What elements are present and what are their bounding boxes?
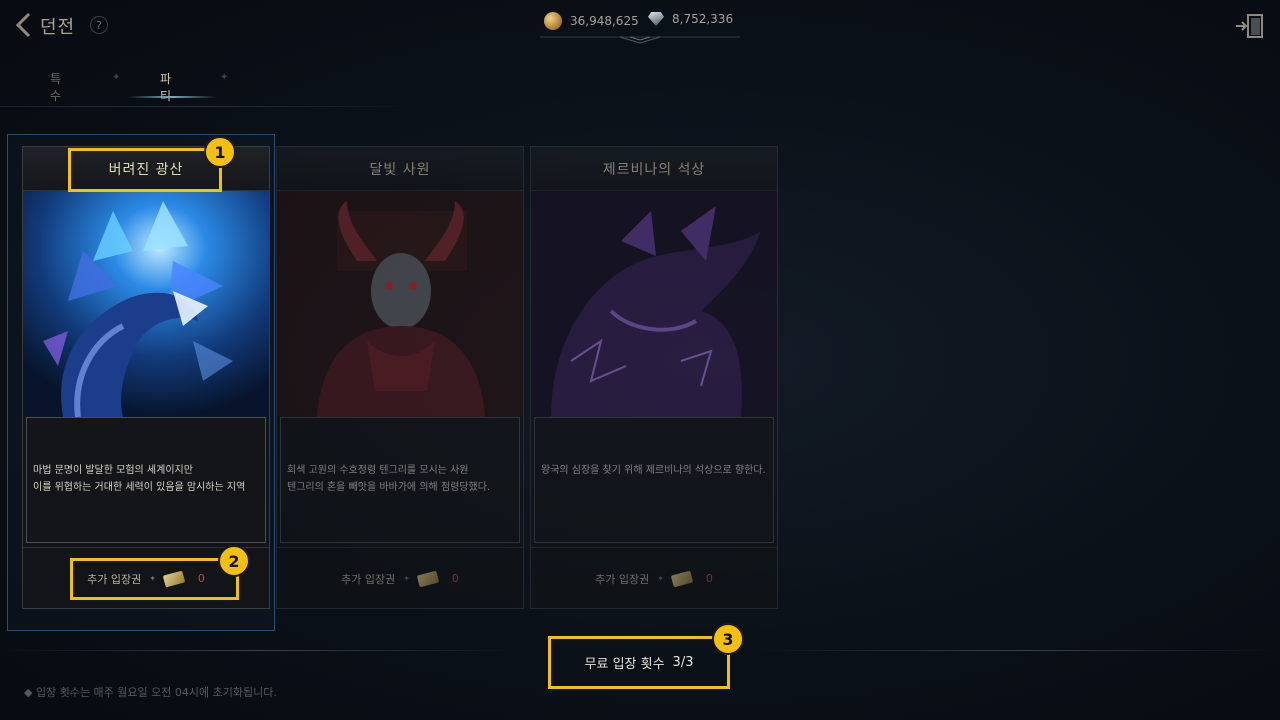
- ticket-icon: [162, 570, 186, 587]
- tab-separator: ✦: [112, 72, 121, 83]
- ticket-icon: [670, 570, 694, 587]
- card-header: 달빛 사원: [277, 147, 523, 191]
- dungeon-card-abandoned-mine[interactable]: 버려진 광산 마법 문명이 발달한 모험의 세계이지만 이를 위협하는 거대한 …: [22, 146, 270, 609]
- description-line: 이를 위협하는 거대한 세력이 있음을 암시하는 지역: [33, 482, 246, 493]
- dungeon-image-horned-demon: [277, 191, 523, 417]
- description-line: 회색 고원의 수호정령 텐그리를 모시는 사원: [287, 465, 469, 476]
- page-title: 던전: [40, 17, 76, 38]
- tab-separator: ✦: [220, 72, 229, 83]
- free-entry-count: 무료 입장 횟수 3/3: [548, 636, 730, 689]
- dungeon-name: 달빛 사원: [369, 161, 431, 178]
- dungeon-name: 버려진 광산: [108, 161, 184, 178]
- reset-notice: ◆ 입장 횟수는 매주 월요일 오전 04시에 초기화됩니다.: [24, 684, 277, 700]
- callout-number-badge: 2: [218, 545, 250, 577]
- dungeon-description: 왕국의 심장을 찾기 위해 제르비나의 석상으로 향한다.: [534, 417, 774, 543]
- dungeon-image-crystal-dragon: [23, 191, 269, 417]
- free-entry-label: 무료 입장 횟수: [584, 657, 665, 672]
- ticket-count: 0: [451, 572, 459, 585]
- separator-dot: ✦: [149, 574, 156, 583]
- diamond-icon: [648, 12, 664, 26]
- bottom-divider-left: [0, 650, 520, 651]
- dungeon-description: 회색 고원의 수호정령 텐그리를 모시는 사원 텐그리의 혼을 빼앗을 바바가에…: [280, 417, 520, 543]
- description-line: 마법 문명이 발달한 모험의 세계이지만: [33, 465, 193, 476]
- description-line: 텐그리의 혼을 빼앗을 바바가에 의해 점령당했다.: [287, 482, 491, 493]
- dungeon-card-zerbina-statue[interactable]: 제르비나의 석상 왕국의 심장을 찾기 위해 제르비나의 석상으로 향한다. 추…: [530, 146, 778, 609]
- callout-number-badge: 3: [712, 623, 744, 655]
- extra-ticket-row[interactable]: 추가 입장권 ✦ 0: [531, 547, 777, 609]
- ticket-count: 0: [705, 572, 713, 585]
- dungeon-description: 마법 문명이 발달한 모험의 세계이지만 이를 위협하는 거대한 세력이 있음을…: [26, 417, 266, 543]
- gold-amount: 36,948,625: [570, 14, 639, 28]
- currency-ornament: [540, 36, 740, 44]
- bottom-divider-right: [760, 650, 1280, 651]
- dungeon-card-moonlight-temple[interactable]: 달빛 사원 회색 고원의 수호정령 텐그리를 모시는 사원 텐그리의 혼을 빼앗…: [276, 146, 524, 609]
- gem-amount: 8,752,336: [672, 12, 734, 26]
- top-bar: 던전 ? 36,948,625 8,752,336: [0, 0, 1280, 52]
- tabs-divider: [0, 106, 420, 107]
- back-button[interactable]: [10, 10, 36, 40]
- ticket-count: 0: [197, 572, 205, 585]
- active-tab-indicator: [128, 96, 216, 98]
- extra-ticket-row[interactable]: 추가 입장권 ✦ 0: [277, 547, 523, 609]
- callout-number-badge: 1: [204, 136, 236, 168]
- gold-coin-icon: [544, 12, 562, 30]
- gold-currency: 36,948,625: [544, 12, 639, 30]
- gem-currency: 8,752,336: [648, 12, 733, 26]
- extra-ticket-label: 추가 입장권: [87, 572, 142, 586]
- dungeon-name: 제르비나의 석상: [602, 161, 706, 178]
- extra-ticket-label: 추가 입장권: [341, 572, 396, 586]
- dungeon-image-purple-dragon: [531, 191, 777, 417]
- description-line: 왕국의 심장을 찾기 위해 제르비나의 석상으로 향한다.: [541, 465, 766, 476]
- help-icon[interactable]: ?: [90, 16, 108, 34]
- reset-notice-text: 입장 횟수는 매주 월요일 오전 04시에 초기화됩니다.: [35, 686, 277, 699]
- free-entry-value: 3/3: [672, 655, 694, 670]
- extra-ticket-label: 추가 입장권: [595, 572, 650, 586]
- chevron-left-icon: [15, 12, 31, 38]
- ticket-icon: [416, 570, 440, 587]
- tab-party[interactable]: 파티: [160, 70, 171, 104]
- bullet-icon: ◆: [24, 686, 36, 699]
- separator-dot: ✦: [403, 574, 410, 583]
- exit-door-icon[interactable]: [1234, 12, 1266, 40]
- card-header: 제르비나의 석상: [531, 147, 777, 191]
- tab-special[interactable]: 특수: [50, 70, 61, 104]
- separator-dot: ✦: [657, 574, 664, 583]
